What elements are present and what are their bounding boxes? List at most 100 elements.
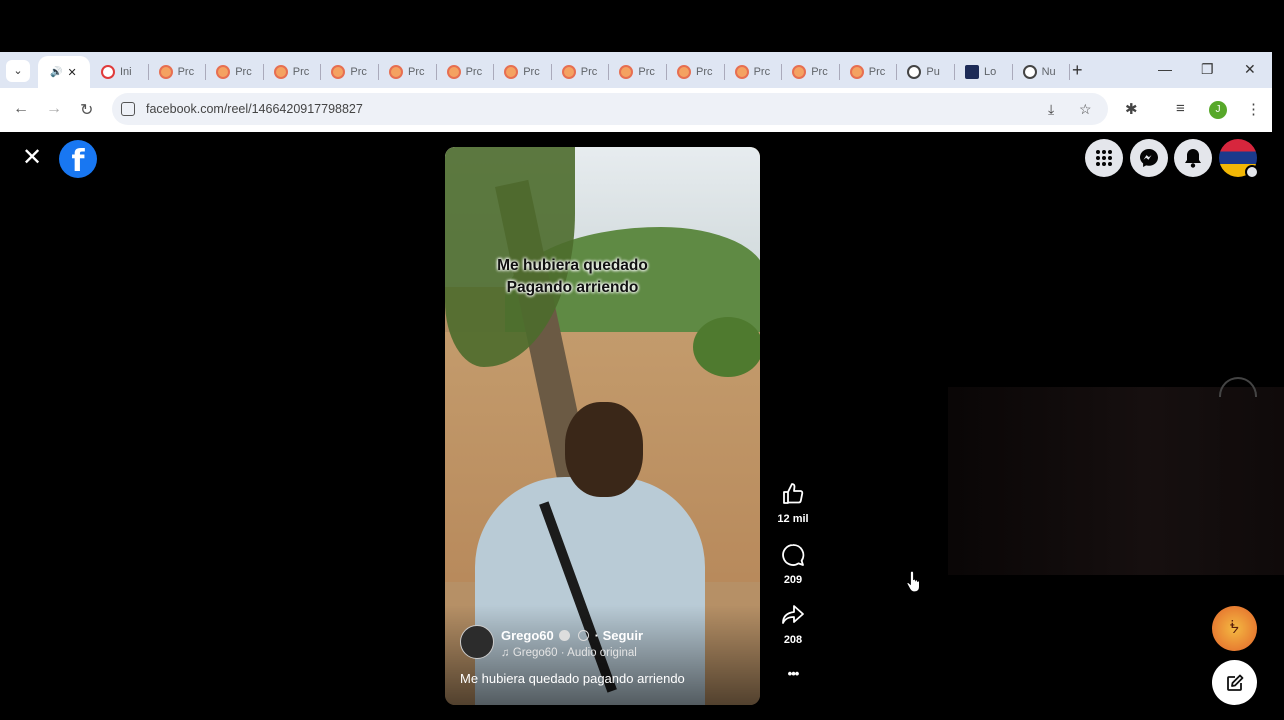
address-bar[interactable]: facebook.com/reel/1466420917798827 ⤓ ☆ <box>112 93 1108 125</box>
author-name[interactable]: Grego60 <box>501 628 554 643</box>
browser-tab[interactable]: Prc <box>206 56 263 88</box>
loading-spinner-icon <box>1219 377 1257 397</box>
browser-tab[interactable]: Nu <box>1013 56 1070 88</box>
site-info-icon[interactable] <box>121 102 135 116</box>
browser-tab[interactable]: Prc <box>725 56 782 88</box>
notifications-bell-icon[interactable] <box>1174 139 1212 177</box>
tab-title: Pu <box>926 66 940 78</box>
tab-title: Prc <box>292 66 310 78</box>
install-app-icon[interactable]: ⤓ <box>1048 101 1054 118</box>
bookmark-star-icon[interactable]: ☆ <box>1079 101 1092 118</box>
like-button[interactable]: 12 mil <box>772 482 814 525</box>
audio-speaker-icon[interactable]: 🔊 <box>50 67 62 78</box>
comment-count: 209 <box>783 574 803 586</box>
close-window-button[interactable]: ✕ <box>1244 61 1256 78</box>
browser-tab[interactable]: Prc <box>782 56 839 88</box>
tab-title: Prc <box>868 66 886 78</box>
tab-title: Lo <box>984 66 997 78</box>
orange-circle-icon <box>849 65 864 79</box>
back-icon[interactable]: ← <box>13 100 29 118</box>
menu-kebab-icon[interactable]: ⋮ <box>1246 100 1261 118</box>
browser-tab[interactable]: Prc <box>379 56 436 88</box>
account-menu-chevron-icon[interactable] <box>1245 165 1259 179</box>
like-count: 12 mil <box>777 513 809 525</box>
video-shrub <box>693 317 760 377</box>
openai-icon <box>907 65 922 79</box>
orange-circle-icon <box>446 65 461 79</box>
tab-title: Prc <box>580 66 598 78</box>
tab-title: Prc <box>235 66 252 78</box>
screen-letterbox-top <box>0 0 1284 52</box>
contact-chat-avatar[interactable]: ᖭ <box>1212 606 1257 651</box>
tab-title: Prc <box>177 66 195 78</box>
extensions-icon[interactable]: ✱ <box>1125 100 1138 118</box>
media-controls-icon[interactable]: ≡ <box>1176 100 1185 117</box>
browser-tab[interactable]: Prc <box>264 56 321 88</box>
profile-avatar[interactable]: J <box>1209 101 1227 119</box>
browser-tab[interactable]: Prc <box>667 56 724 88</box>
tab-title: Prc <box>753 66 771 78</box>
close-tab-icon[interactable]: ✕ <box>67 66 76 79</box>
browser-tab[interactable]: Prc <box>321 56 378 88</box>
browser-tab[interactable]: Prc <box>149 56 206 88</box>
reload-icon[interactable]: ↻ <box>80 100 93 120</box>
tab-strip: ⌄ 🔊 ✕ Ini Prc Prc Prc Prc Prc Prc Prc Prc Prc Prc Prc… <box>0 52 1272 88</box>
video-caption-overlay: Me hubiera quedado Pagando arriendo <box>445 255 700 299</box>
author-avatar[interactable] <box>460 625 494 659</box>
more-options-button[interactable]: ••• <box>772 666 814 681</box>
next-reel-preview[interactable] <box>948 387 1284 575</box>
orange-circle-icon <box>389 65 403 79</box>
orange-circle-icon <box>619 65 634 79</box>
browser-tab[interactable]: Ini <box>91 56 148 88</box>
browser-tab[interactable]: Prc <box>840 56 897 88</box>
caption-line-1: Me hubiera quedado <box>497 257 648 274</box>
browser-tab[interactable]: 🔊 ✕ <box>38 56 90 88</box>
orange-circle-icon <box>734 65 749 79</box>
minimize-button[interactable]: — <box>1158 61 1172 77</box>
like-thumb-icon <box>783 483 804 504</box>
orange-circle-icon <box>216 65 231 79</box>
reel-description: Me hubiera quedado pagando arriendo <box>460 671 685 686</box>
globe-icon <box>1022 65 1037 79</box>
close-reel-icon[interactable]: ✕ <box>22 144 42 172</box>
browser-tab[interactable]: Prc <box>437 56 494 88</box>
audio-label[interactable]: ♫ Grego60 · Audio original <box>501 647 637 659</box>
reel-video[interactable]: Me hubiera quedado Pagando arriendo Greg… <box>445 147 760 705</box>
browser-tab[interactable]: Prc <box>609 56 666 88</box>
globe-privacy-icon <box>578 630 589 641</box>
browser-tab[interactable]: Pu <box>897 56 954 88</box>
share-button[interactable]: 208 <box>772 603 814 646</box>
menu-grid-icon[interactable] <box>1085 139 1123 177</box>
tab-title: Nu <box>1041 66 1056 78</box>
share-arrow-icon <box>782 605 804 624</box>
browser-tab[interactable]: Prc <box>494 56 551 88</box>
video-person-head <box>565 402 643 497</box>
compose-edit-icon <box>1226 674 1243 691</box>
url-text[interactable]: facebook.com/reel/1466420917798827 <box>146 102 363 116</box>
browser-tab[interactable]: Lo <box>955 56 1012 88</box>
follow-button[interactable]: · Seguir <box>595 628 643 643</box>
hand-cursor-icon <box>906 570 921 593</box>
orange-circle-icon <box>331 65 346 79</box>
author-row: Grego60 · Seguir <box>501 628 643 643</box>
tab-title: Prc <box>811 66 828 78</box>
tab-title: Prc <box>638 66 655 78</box>
messenger-icon[interactable] <box>1130 139 1168 177</box>
facebook-logo[interactable]: f <box>59 140 97 178</box>
caption-line-2: Pagando arriendo <box>506 279 639 296</box>
tab-search-dropdown[interactable]: ⌄ <box>6 60 30 82</box>
dark-square-icon <box>965 65 979 79</box>
restore-button[interactable]: ❐ <box>1201 61 1214 78</box>
new-message-button[interactable] <box>1212 660 1257 705</box>
new-tab-button[interactable]: + <box>1072 61 1083 79</box>
orange-circle-icon <box>561 65 576 79</box>
tab-title: Prc <box>408 66 425 78</box>
red-clock-icon <box>101 65 115 79</box>
tab-title: Prc <box>696 66 713 78</box>
forward-icon[interactable]: → <box>46 100 62 118</box>
comment-bubble-icon <box>782 544 805 566</box>
orange-circle-icon <box>158 65 173 79</box>
comment-button[interactable]: 209 <box>772 543 814 586</box>
browser-tab[interactable]: Prc <box>552 56 609 88</box>
browser-window: ⌄ 🔊 ✕ Ini Prc Prc Prc Prc Prc Prc Prc Prc Prc Prc Prc… <box>0 52 1272 132</box>
